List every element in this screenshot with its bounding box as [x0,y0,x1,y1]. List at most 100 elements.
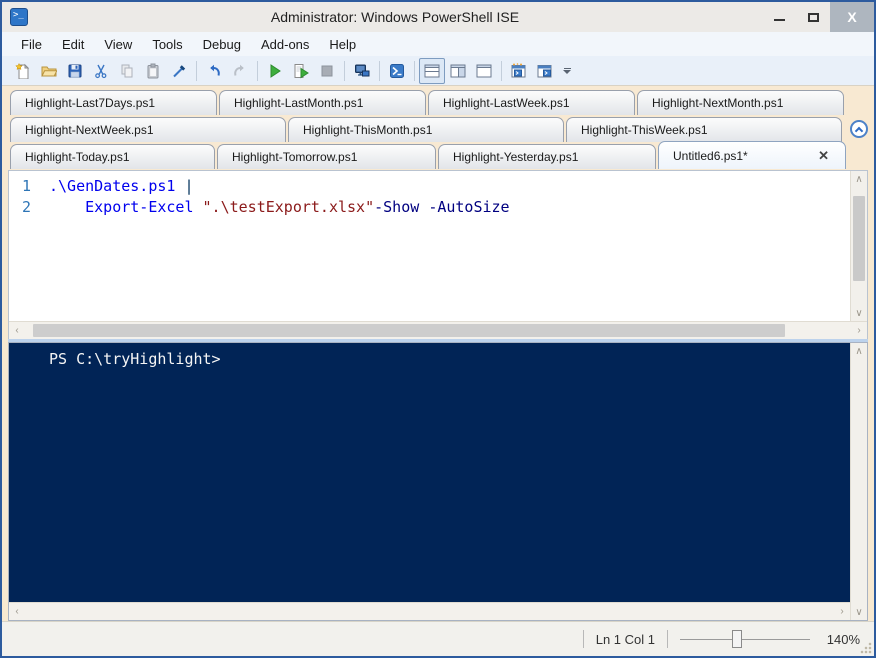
editor-horizontal-scrollbar[interactable]: ‹ › [9,321,867,339]
save-script-button[interactable] [62,58,88,84]
toolbar-overflow-button[interactable] [560,59,574,83]
run-selection-button[interactable] [288,58,314,84]
run-icon [270,63,281,78]
cut-button[interactable] [88,58,114,84]
scroll-right-icon[interactable]: › [834,606,850,617]
menu-edit[interactable]: Edit [53,34,93,55]
tab-label: Highlight-Tomorrow.ps1 [232,150,358,164]
tab-label: Highlight-NextMonth.ps1 [652,96,784,110]
powershell-app-icon [10,8,28,26]
powershell-tab-icon [537,64,552,77]
scroll-left-icon[interactable]: ‹ [9,325,25,336]
close-powershell-tab-button[interactable] [532,58,558,84]
tab-highlight-lastmonth[interactable]: Highlight-LastMonth.ps1 [219,90,426,115]
editor-vscroll-thumb[interactable] [853,196,865,282]
run-script-button[interactable] [262,58,288,84]
tab-label: Highlight-Last7Days.ps1 [25,96,156,110]
console-horizontal-scrollbar[interactable]: ‹ › [9,602,850,620]
console-pane: PS C:\tryHighlight> ‹ › ∧ ∨ [8,342,868,621]
open-script-button[interactable] [36,58,62,84]
tab-highlight-tomorrow[interactable]: Highlight-Tomorrow.ps1 [217,144,436,169]
tab-highlight-nextweek[interactable]: Highlight-NextWeek.ps1 [10,117,286,142]
copy-button[interactable] [114,58,140,84]
undo-button[interactable] [201,58,227,84]
script-tabs-area: Highlight-Last7Days.ps1 Highlight-LastMo… [2,86,874,170]
start-powershell-button[interactable] [384,58,410,84]
tab-highlight-nextmonth[interactable]: Highlight-NextMonth.ps1 [637,90,844,115]
menu-file[interactable]: File [12,34,51,55]
powershell-ise-window: Administrator: Windows PowerShell ISE X … [0,0,876,658]
tab-untitled6-active[interactable]: Untitled6.ps1* ✕ [658,141,846,169]
toolbar [2,56,874,86]
menu-tools[interactable]: Tools [143,34,191,55]
code-line-2: 2 Export-Excel ".\testExport.xlsx" -Show … [9,197,850,218]
scissors-icon [95,64,107,78]
tab-label: Highlight-ThisMonth.ps1 [303,123,433,137]
remote-computer-icon [355,64,370,76]
script-pane-right-icon [450,64,466,77]
line-number: 2 [21,198,31,216]
open-folder-icon [41,66,57,76]
cursor-position: Ln 1 Col 1 [595,631,655,647]
redo-button[interactable] [227,58,253,84]
tab-label: Untitled6.ps1* [673,148,748,163]
scroll-left-icon[interactable]: ‹ [9,606,25,617]
new-remote-powershell-tab-button[interactable] [349,58,375,84]
tab-highlight-yesterday[interactable]: Highlight-Yesterday.ps1 [438,144,656,169]
status-divider [582,630,584,648]
show-script-pane-top-button[interactable] [419,57,445,84]
menu-addons[interactable]: Add-ons [252,34,318,55]
clear-console-icon [173,64,186,77]
toolbar-separator [414,60,415,81]
new-file-icon [15,62,30,79]
tab-highlight-today[interactable]: Highlight-Today.ps1 [10,144,215,169]
clipboard-icon [147,63,159,78]
tab-close-icon[interactable]: ✕ [816,148,831,164]
title-bar[interactable]: Administrator: Windows PowerShell ISE X [2,2,874,32]
script-pane-top-icon [424,64,440,77]
code-editor[interactable]: 1 .\GenDates.ps1 | 2 Export-Excel ".\test… [9,171,850,321]
zoom-slider-thumb[interactable] [732,630,742,648]
stop-operation-button[interactable] [314,58,340,84]
stop-icon [321,65,333,76]
menu-debug[interactable]: Debug [194,34,250,55]
undo-icon [210,64,220,76]
scroll-up-icon[interactable]: ∧ [851,343,867,359]
scroll-up-icon[interactable]: ∧ [851,171,867,187]
resize-grip[interactable] [860,642,872,654]
tab-highlight-last7days[interactable]: Highlight-Last7Days.ps1 [10,90,217,115]
new-powershell-tab-button[interactable] [506,58,532,84]
scroll-right-icon[interactable]: › [851,325,867,336]
chevron-up-icon [854,126,864,135]
toolbar-separator [501,60,502,81]
new-powershell-tab-icon [511,62,526,77]
window-title: Administrator: Windows PowerShell ISE [270,9,520,25]
minimize-button[interactable] [762,2,796,32]
collapse-tabs-button[interactable] [850,120,868,138]
new-script-button[interactable] [10,58,36,84]
show-script-pane-maximized-button[interactable] [471,58,497,84]
zoom-slider[interactable] [680,630,810,648]
tab-highlight-thisweek[interactable]: Highlight-ThisWeek.ps1 [566,117,842,142]
status-divider [667,630,668,648]
copy-icon [121,64,133,77]
tab-label: Highlight-NextWeek.ps1 [25,123,154,137]
scroll-down-icon[interactable]: ∨ [851,604,867,620]
scroll-down-icon[interactable]: ∨ [851,305,867,321]
tab-highlight-thismonth[interactable]: Highlight-ThisMonth.ps1 [288,117,564,142]
code-line-1: 1 .\GenDates.ps1 | [9,176,850,197]
maximize-button[interactable] [796,2,830,32]
console-output[interactable]: PS C:\tryHighlight> [9,343,850,602]
tab-label: Highlight-LastMonth.ps1 [234,96,364,110]
editor-hscroll-thumb[interactable] [33,324,785,337]
tab-highlight-lastweek[interactable]: Highlight-LastWeek.ps1 [428,90,635,115]
show-script-pane-right-button[interactable] [445,58,471,84]
editor-vertical-scrollbar[interactable]: ∧ ∨ [850,171,867,321]
menu-help[interactable]: Help [320,34,365,55]
clear-console-pane-button[interactable] [166,58,192,84]
toolbar-separator [257,60,258,81]
menu-view[interactable]: View [95,34,141,55]
console-vertical-scrollbar[interactable]: ∧ ∨ [850,343,867,620]
close-button[interactable]: X [830,2,874,32]
paste-button[interactable] [140,58,166,84]
